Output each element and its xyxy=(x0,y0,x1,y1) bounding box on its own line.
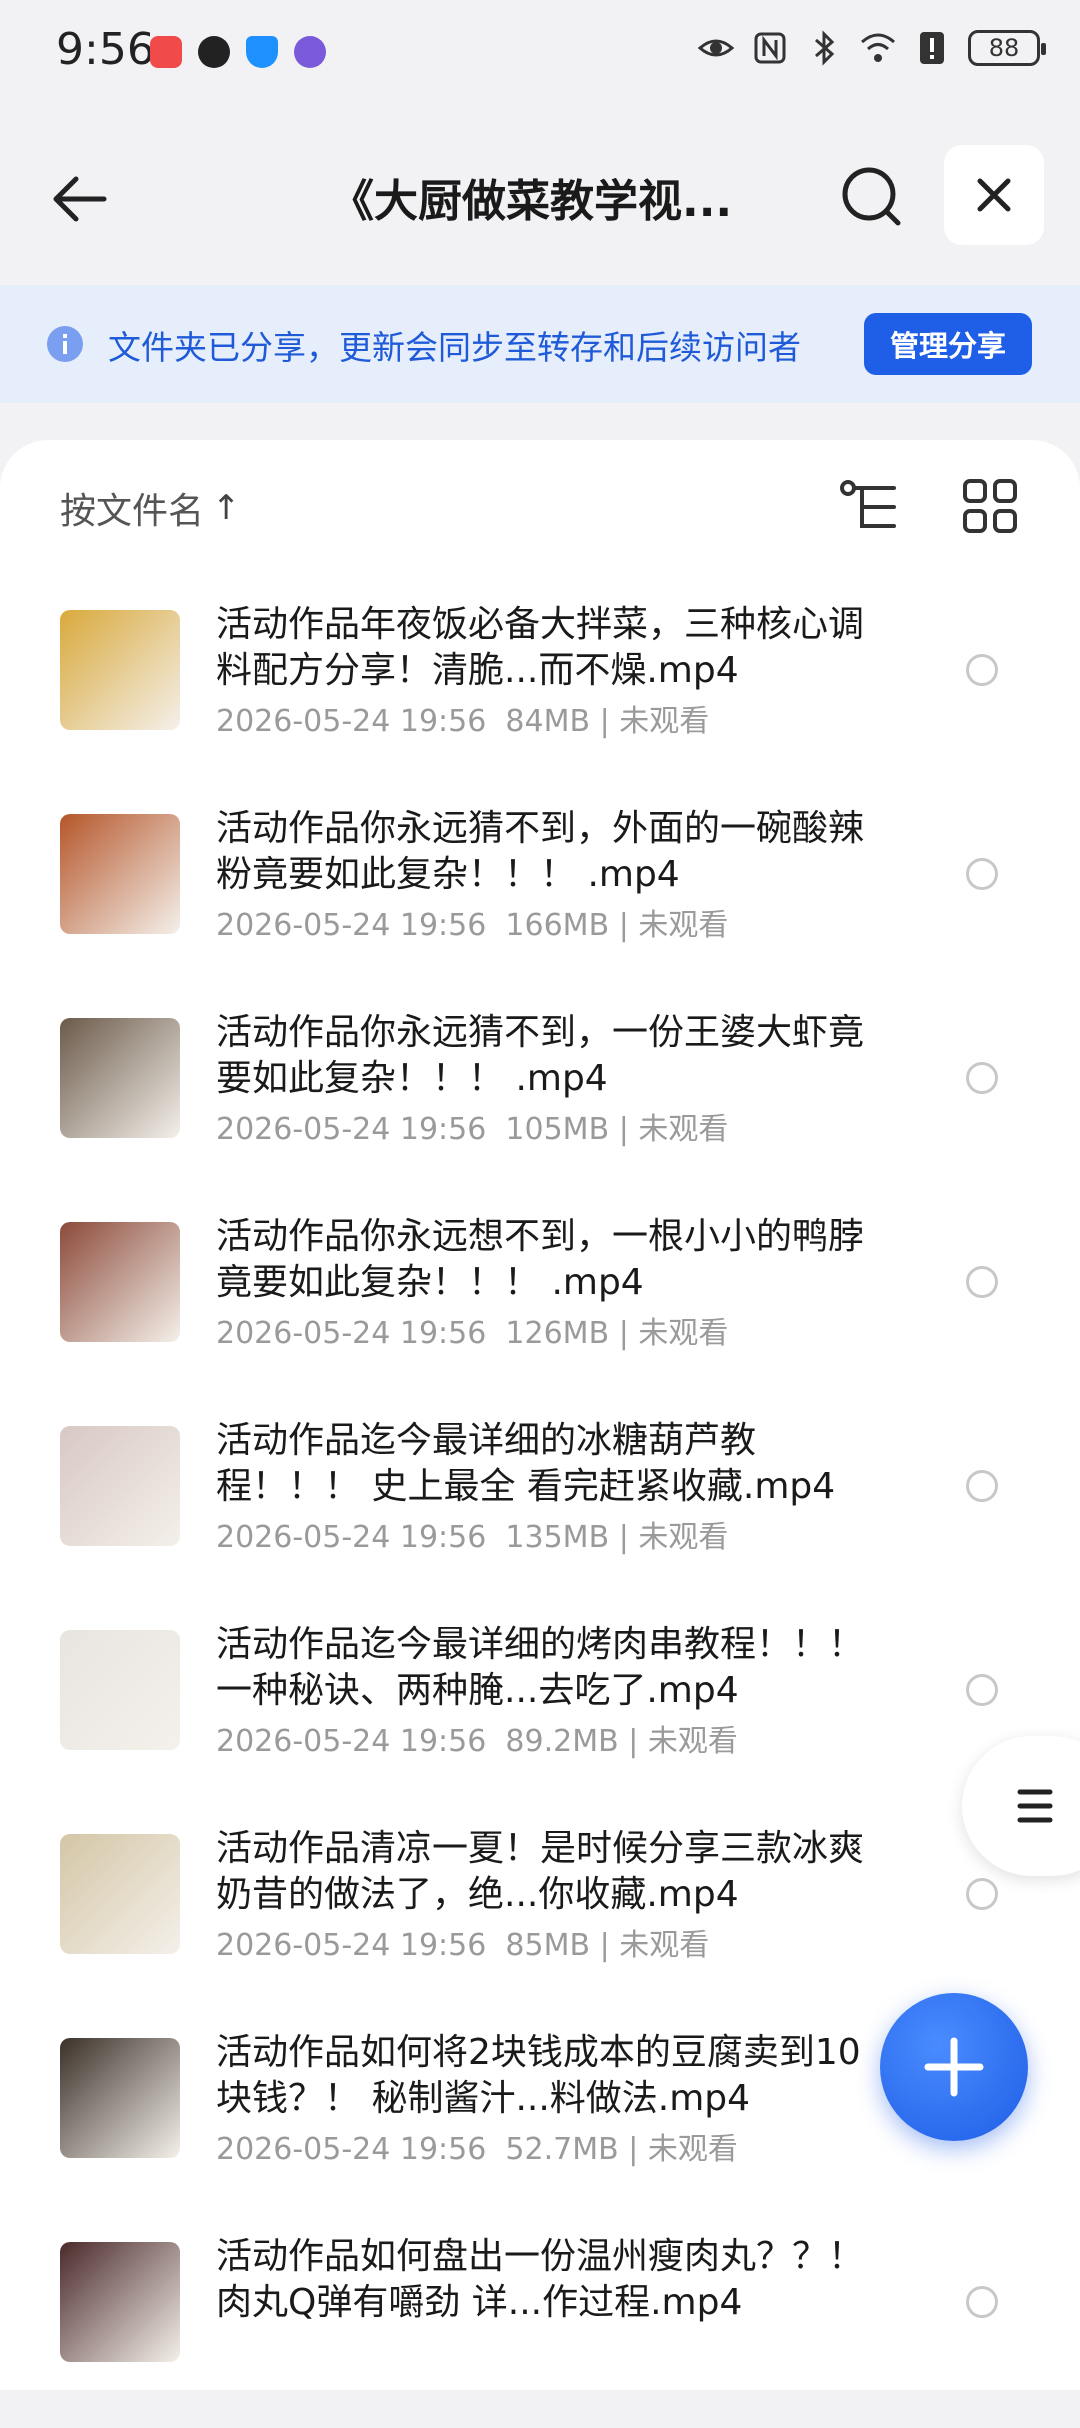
close-button[interactable] xyxy=(944,145,1044,245)
sort-selector[interactable]: 按文件名 ↑ xyxy=(60,482,241,534)
back-arrow-icon[interactable] xyxy=(48,167,112,231)
video-thumbnail xyxy=(60,1222,180,1342)
file-name: 活动作品如何盘出一份温州瘦肉丸？？！ 肉丸Q弹有嚼劲 详...作过程.mp4 xyxy=(216,2236,865,2323)
video-thumbnail xyxy=(60,1426,180,1546)
search-icon[interactable] xyxy=(838,163,906,231)
file-list: 活动作品年夜饭必备大拌菜，三种核心调料配方分享！清脆...而不燥.mp4 202… xyxy=(0,592,1080,2428)
select-radio[interactable] xyxy=(966,1062,998,1094)
video-thumbnail xyxy=(60,1018,180,1138)
file-row[interactable]: 活动作品清凉一夏！是时候分享三款冰爽奶昔的做法了，绝...你收藏.mp4 202… xyxy=(0,1816,1080,2020)
status-time: 9:56 xyxy=(56,24,155,75)
video-thumbnail xyxy=(60,814,180,934)
file-row[interactable]: 活动作品迄今最详细的冰糖葫芦教程！！！ 史上最全 看完赶紧收藏.mp4 2026… xyxy=(0,1408,1080,1612)
sort-label: 按文件名 xyxy=(60,491,205,532)
file-row[interactable]: 活动作品迄今最详细的烤肉串教程！！！ 一种秘诀、两种腌...去吃了.mp4 20… xyxy=(0,1612,1080,1816)
info-icon xyxy=(47,326,83,362)
qq-icon xyxy=(198,36,230,68)
file-row[interactable]: 活动作品你永远想不到，一根小小的鸭脖竟要如此复杂！！！ .mp4 2026-05… xyxy=(0,1204,1080,1408)
file-meta: 2026-05-24 19:56 126MB | 未观看 xyxy=(216,1316,729,1351)
video-thumbnail xyxy=(60,1630,180,1750)
select-radio[interactable] xyxy=(966,1878,998,1910)
status-bar: 9:56 88 xyxy=(0,0,1080,105)
bluetooth-icon xyxy=(815,30,835,66)
file-meta: 2026-05-24 19:56 52.7MB | 未观看 xyxy=(216,2132,738,2167)
select-radio[interactable] xyxy=(966,1470,998,1502)
app-header: 《大厨做菜教学视... xyxy=(0,105,1080,285)
nfc-icon xyxy=(754,32,786,64)
tree-view-icon[interactable] xyxy=(838,478,902,534)
menu-icon xyxy=(1017,1789,1053,1823)
file-name: 活动作品清凉一夏！是时候分享三款冰爽奶昔的做法了，绝...你收藏.mp4 xyxy=(216,1828,865,1915)
video-thumbnail xyxy=(60,2038,180,2158)
file-row[interactable]: 活动作品你永远猜不到，外面的一碗酸辣粉竟要如此复杂！！！ .mp4 2026-0… xyxy=(0,796,1080,1000)
app-notification-icon xyxy=(150,36,182,68)
share-banner-text: 文件夹已分享，更新会同步至转存和后续访问者 xyxy=(108,328,801,367)
select-radio[interactable] xyxy=(966,1674,998,1706)
eye-icon xyxy=(698,39,734,57)
page-title: 《大厨做菜教学视... xyxy=(330,176,733,227)
sort-arrow-icon: ↑ xyxy=(212,488,241,528)
file-meta: 2026-05-24 19:56 89.2MB | 未观看 xyxy=(216,1724,738,1759)
file-meta: 2026-05-24 19:56 105MB | 未观看 xyxy=(216,1112,729,1147)
file-name: 活动作品你永远猜不到，一份王婆大虾竟要如此复杂！！！ .mp4 xyxy=(216,1012,865,1099)
video-thumbnail xyxy=(60,610,180,730)
system-icons: 88 xyxy=(698,30,1046,66)
file-name: 活动作品迄今最详细的烤肉串教程！！！ 一种秘诀、两种腌...去吃了.mp4 xyxy=(216,1624,865,1711)
battery-indicator: 88 xyxy=(968,30,1046,66)
file-name: 活动作品年夜饭必备大拌菜，三种核心调料配方分享！清脆...而不燥.mp4 xyxy=(216,604,865,691)
app-avatar-icon xyxy=(294,36,326,68)
alert-icon xyxy=(920,32,944,64)
share-banner: 文件夹已分享，更新会同步至转存和后续访问者 管理分享 xyxy=(0,285,1080,403)
select-radio[interactable] xyxy=(966,858,998,890)
manage-share-button[interactable]: 管理分享 xyxy=(864,313,1032,375)
video-thumbnail xyxy=(60,2242,180,2362)
file-name: 活动作品你永远猜不到，外面的一碗酸辣粉竟要如此复杂！！！ .mp4 xyxy=(216,808,865,895)
notification-icons xyxy=(150,36,326,68)
select-radio[interactable] xyxy=(966,1266,998,1298)
close-icon xyxy=(977,178,1011,212)
file-name: 活动作品你永远想不到，一根小小的鸭脖竟要如此复杂！！！ .mp4 xyxy=(216,1216,865,1303)
file-meta: 2026-05-24 19:56 85MB | 未观看 xyxy=(216,1928,710,1963)
wifi-icon xyxy=(861,33,895,62)
add-button[interactable] xyxy=(880,1993,1028,2141)
grid-view-icon[interactable] xyxy=(962,478,1018,534)
file-meta: 2026-05-24 19:56 135MB | 未观看 xyxy=(216,1520,729,1555)
file-meta: 2026-05-24 19:56 84MB | 未观看 xyxy=(216,704,710,739)
select-radio[interactable] xyxy=(966,2286,998,2318)
video-thumbnail xyxy=(60,1834,180,1954)
file-row[interactable]: 活动作品你永远猜不到，一份王婆大虾竟要如此复杂！！！ .mp4 2026-05-… xyxy=(0,1000,1080,1204)
shield-icon xyxy=(246,36,278,68)
file-row[interactable]: 活动作品如何盘出一份温州瘦肉丸？？！ 肉丸Q弹有嚼劲 详...作过程.mp4 xyxy=(0,2224,1080,2428)
file-name: 活动作品如何将2块钱成本的豆腐卖到10块钱？！ 秘制酱汁...料做法.mp4 xyxy=(216,2032,861,2119)
file-row[interactable]: 活动作品年夜饭必备大拌菜，三种核心调料配方分享！清脆...而不燥.mp4 202… xyxy=(0,592,1080,796)
plus-icon xyxy=(924,2037,984,2097)
select-radio[interactable] xyxy=(966,654,998,686)
file-meta: 2026-05-24 19:56 166MB | 未观看 xyxy=(216,908,729,943)
file-name: 活动作品迄今最详细的冰糖葫芦教程！！！ 史上最全 看完赶紧收藏.mp4 xyxy=(216,1420,836,1507)
